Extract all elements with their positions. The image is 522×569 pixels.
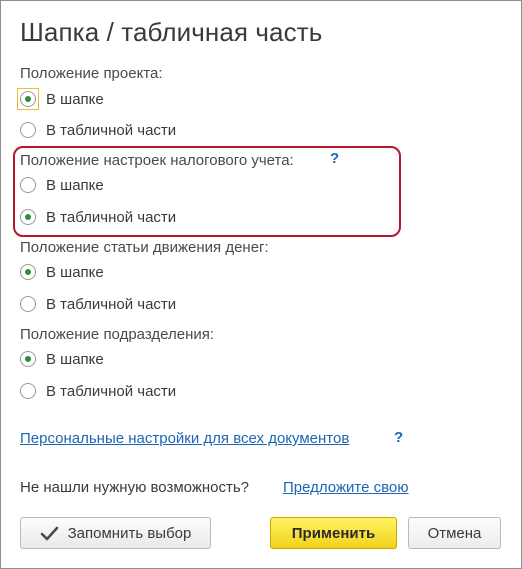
- cancel-button[interactable]: Отмена: [408, 517, 501, 549]
- tax-settings-help-icon[interactable]: ?: [330, 150, 339, 167]
- radio-checked-icon[interactable]: [20, 351, 36, 367]
- tax-settings-position-label: Положение настроек налогового учета:: [20, 152, 294, 169]
- option-label: В шапке: [46, 350, 104, 368]
- dialog-title: Шапка / табличная часть: [20, 17, 323, 47]
- apply-button[interactable]: Применить: [270, 517, 397, 549]
- project-position-in-table-option[interactable]: В табличной части: [20, 119, 176, 141]
- radio-checked-icon[interactable]: [20, 209, 36, 225]
- option-label: В шапке: [46, 90, 104, 108]
- personal-settings-link[interactable]: Персональные настройки для всех документ…: [20, 430, 349, 447]
- radio-unchecked-icon[interactable]: [20, 296, 36, 312]
- radio-checked-icon[interactable]: [20, 264, 36, 280]
- cash-flow-item-in-table-option[interactable]: В табличной части: [20, 293, 176, 315]
- option-label: В табличной части: [46, 382, 177, 400]
- radio-unchecked-icon[interactable]: [20, 122, 36, 138]
- personal-settings-help-icon[interactable]: ?: [394, 429, 403, 446]
- radio-checked-icon[interactable]: [17, 88, 39, 110]
- option-label: В шапке: [46, 176, 104, 194]
- option-label: В табличной части: [46, 208, 177, 226]
- suggest-feature-link[interactable]: Предложите свою: [283, 479, 409, 496]
- tax-settings-in-header-option[interactable]: В шапке: [20, 174, 104, 196]
- tax-settings-in-table-option[interactable]: В табличной части: [20, 206, 176, 228]
- option-label: В табличной части: [46, 121, 177, 139]
- option-label: В табличной части: [46, 295, 177, 313]
- remember-choice-button[interactable]: Запомнить выбор: [20, 517, 211, 549]
- cash-flow-item-position-label: Положение статьи движения денег:: [20, 239, 269, 256]
- option-label: В шапке: [46, 263, 104, 281]
- department-position-label: Положение подразделения:: [20, 326, 215, 343]
- focus-frame: [17, 88, 39, 110]
- remember-choice-label: Запомнить выбор: [67, 524, 192, 542]
- dialog-window: Шапка / табличная часть Положение проект…: [0, 0, 522, 569]
- feedback-text: Не нашли нужную возможность?: [20, 479, 250, 496]
- radio-unchecked-icon[interactable]: [20, 177, 36, 193]
- radio-unchecked-icon[interactable]: [20, 383, 36, 399]
- department-in-header-option[interactable]: В шапке: [20, 348, 104, 370]
- checkmark-icon: [40, 526, 59, 541]
- department-in-table-option[interactable]: В табличной части: [20, 380, 176, 402]
- project-position-label: Положение проекта:: [20, 65, 163, 82]
- cash-flow-item-in-header-option[interactable]: В шапке: [20, 261, 104, 283]
- project-position-in-header-option[interactable]: В шапке: [17, 88, 104, 110]
